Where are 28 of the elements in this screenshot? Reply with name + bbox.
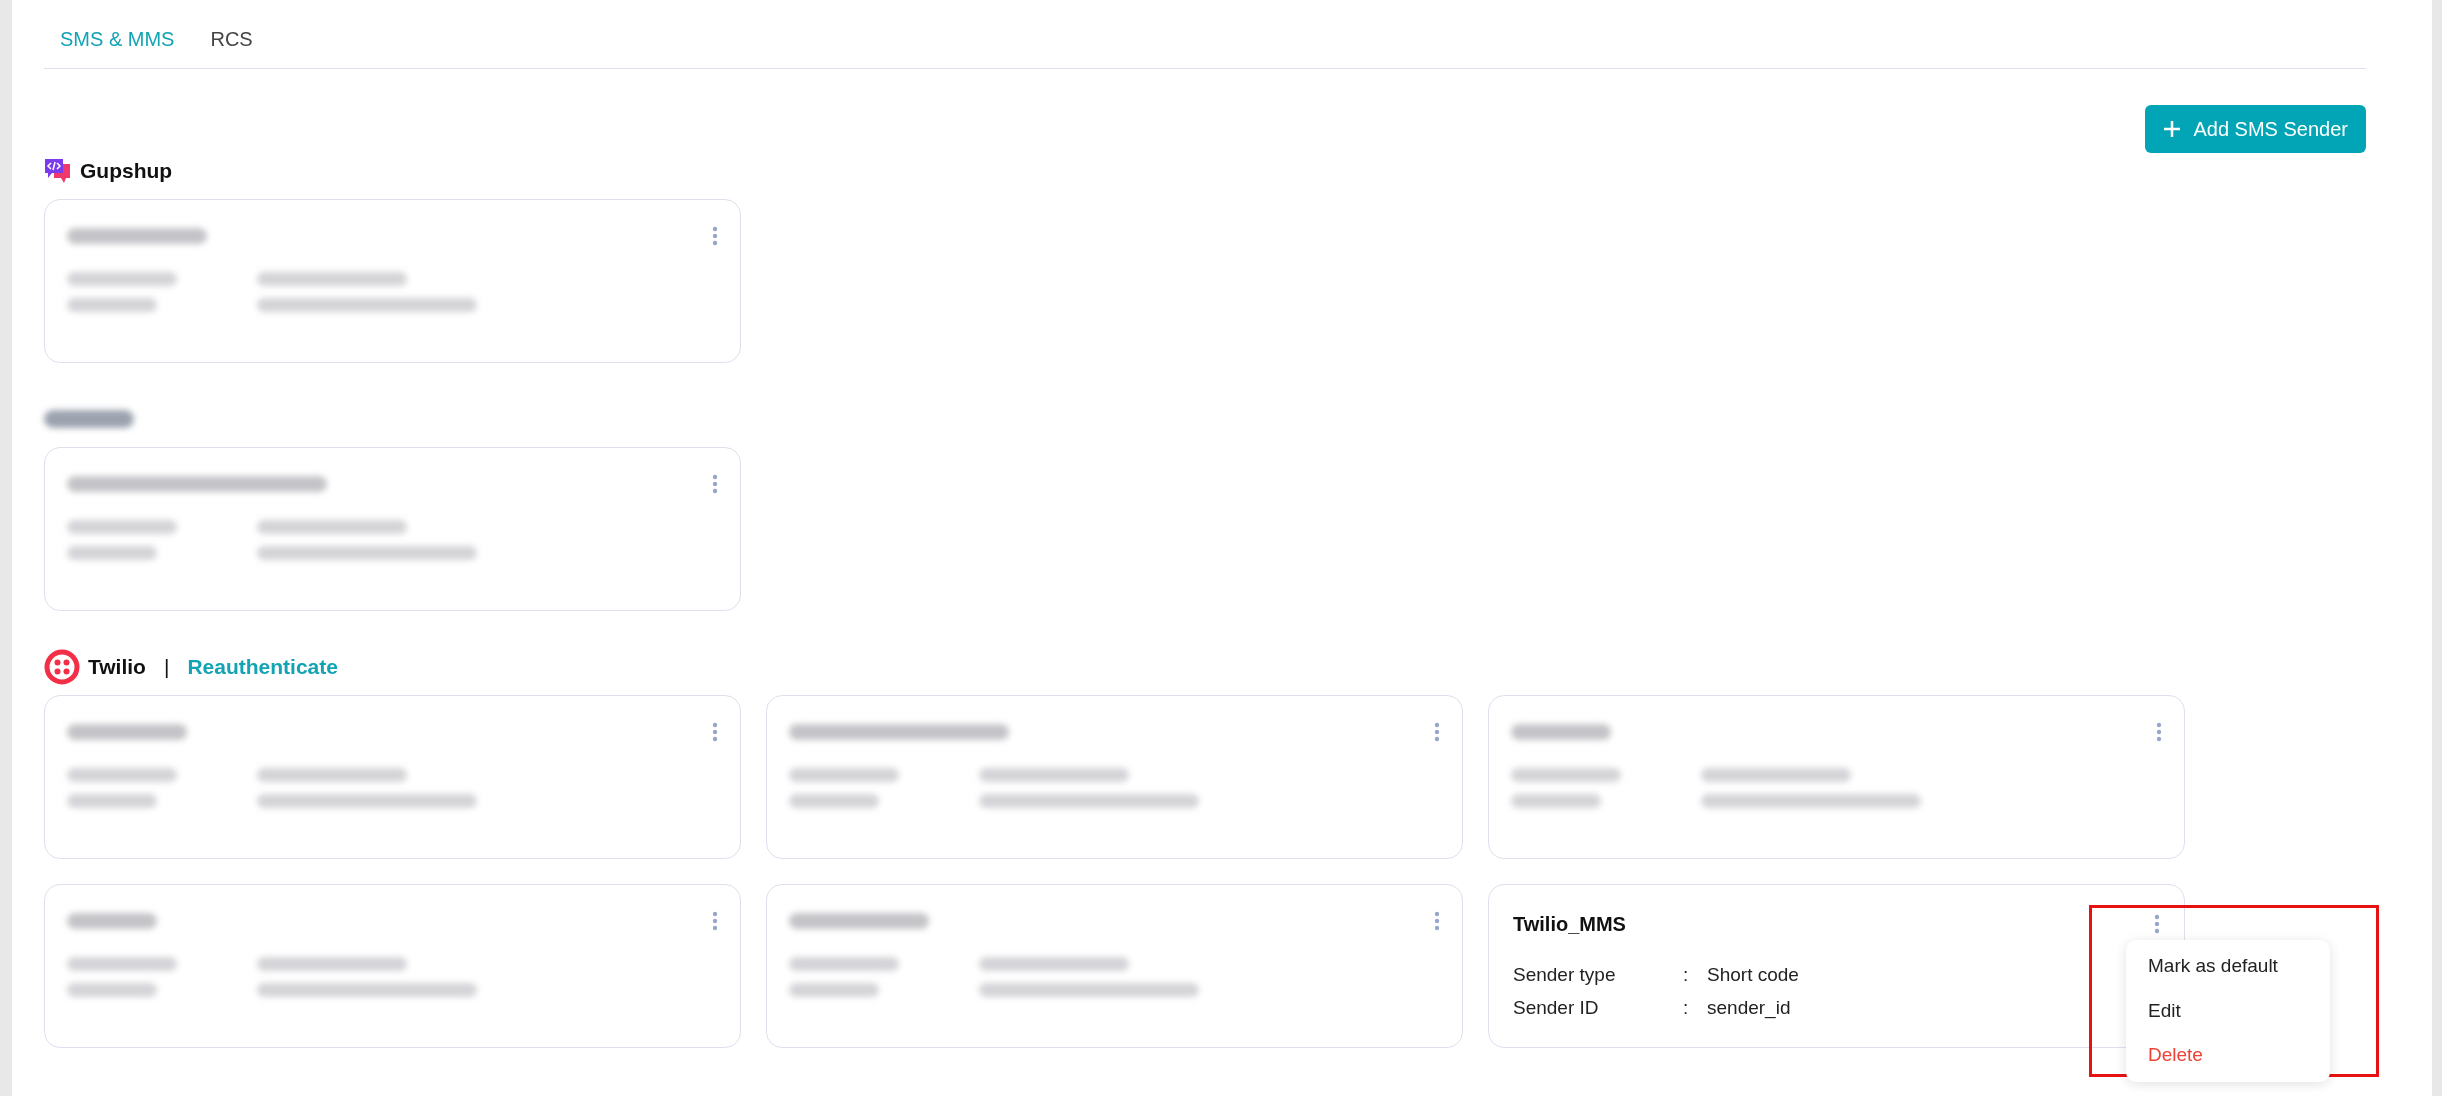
field-label: Sender type xyxy=(1513,963,1617,987)
more-options-icon[interactable] xyxy=(2156,722,2162,742)
more-options-icon[interactable] xyxy=(712,226,718,246)
plus-icon xyxy=(2163,120,2182,138)
more-options-icon[interactable] xyxy=(2154,914,2160,934)
more-options-icon[interactable] xyxy=(712,722,718,742)
field-separator: : xyxy=(1683,963,1690,987)
separator-text: | xyxy=(162,654,171,681)
reauthenticate-link[interactable]: Reauthenticate xyxy=(187,651,338,683)
more-options-icon[interactable] xyxy=(1434,722,1440,742)
tab[interactable]: SMS & MMS xyxy=(60,24,175,54)
more-options-icon[interactable] xyxy=(712,911,718,931)
field-separator: : xyxy=(1683,995,1690,1020)
more-options-icon[interactable] xyxy=(712,474,718,494)
provider-name: Twilio xyxy=(88,654,146,681)
provider-name: Gupshup xyxy=(80,158,173,185)
more-options-icon[interactable] xyxy=(1434,911,1440,931)
menu-item[interactable]: Mark as default xyxy=(2126,944,2330,989)
chat-bubbles-icon xyxy=(44,158,72,184)
sender-name: Twilio_MMS xyxy=(1513,912,1626,937)
menu-item[interactable]: Delete xyxy=(2126,1033,2330,1078)
add-sender-button[interactable]: Add SMS Sender xyxy=(2145,105,2366,153)
menu-item[interactable]: Edit xyxy=(2126,988,2330,1033)
field-label: Sender ID xyxy=(1513,995,1600,1020)
field-value: Short code xyxy=(1707,963,1799,987)
four-dot-circle-icon xyxy=(44,649,80,685)
tab[interactable]: RCS xyxy=(210,24,253,54)
field-value: sender_id xyxy=(1707,995,1791,1021)
